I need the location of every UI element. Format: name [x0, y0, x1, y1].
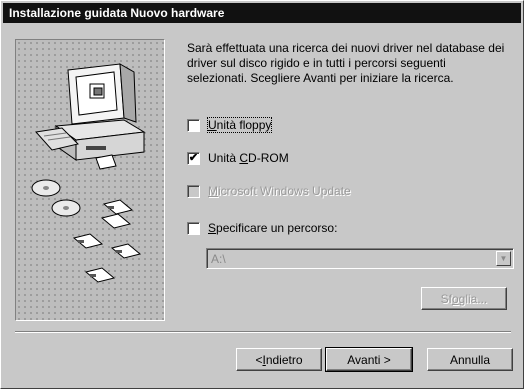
checkbox-custom-path-label: Specificare un percorso: — [208, 221, 338, 235]
checkbox-cdrom[interactable]: ✔ Unità CD-ROM — [187, 150, 289, 166]
checkbox-custom-path[interactable]: Specificare un percorso: — [187, 220, 337, 236]
checkbox-box[interactable] — [187, 118, 200, 132]
checkbox-windows-update-label: Microsoft Windows Update — [208, 184, 351, 198]
intro-text: Sarà effettuata una ricerca dei nuovi dr… — [187, 41, 505, 85]
back-button[interactable]: < Indietro — [236, 348, 322, 371]
checkbox-floppy-label: Unità floppy — [206, 117, 273, 133]
dropdown-arrow-icon[interactable]: ▼ — [496, 251, 511, 266]
browse-button[interactable]: Sf o glia... — [421, 287, 507, 310]
cd-icon — [31, 179, 81, 217]
checkbox-box[interactable] — [187, 221, 200, 235]
checkbox-windows-update[interactable]: Microsoft Windows Update — [187, 183, 351, 199]
window-title: Installazione guidata Nuovo hardware — [9, 6, 225, 20]
path-value: A:\ — [211, 252, 226, 266]
cancel-button[interactable]: Annulla — [427, 348, 513, 371]
checkbox-cdrom-label: Unità CD-ROM — [208, 151, 289, 165]
wizard-window: Installazione guidata Nuovo hardware Sar… — [0, 0, 524, 389]
checkbox-box-checked[interactable]: ✔ — [187, 151, 200, 165]
floppy-disks-icon — [72, 199, 142, 283]
computer-icon — [35, 63, 146, 170]
path-combobox[interactable]: A:\ ▼ — [206, 248, 514, 269]
checkbox-box-disabled — [187, 184, 200, 198]
checkbox-floppy[interactable]: Unità floppy — [187, 117, 273, 133]
next-button[interactable]: Avanti > — [325, 347, 413, 372]
title-bar[interactable]: Installazione guidata Nuovo hardware — [3, 3, 521, 23]
separator — [15, 331, 511, 333]
wizard-illustration — [15, 39, 165, 321]
